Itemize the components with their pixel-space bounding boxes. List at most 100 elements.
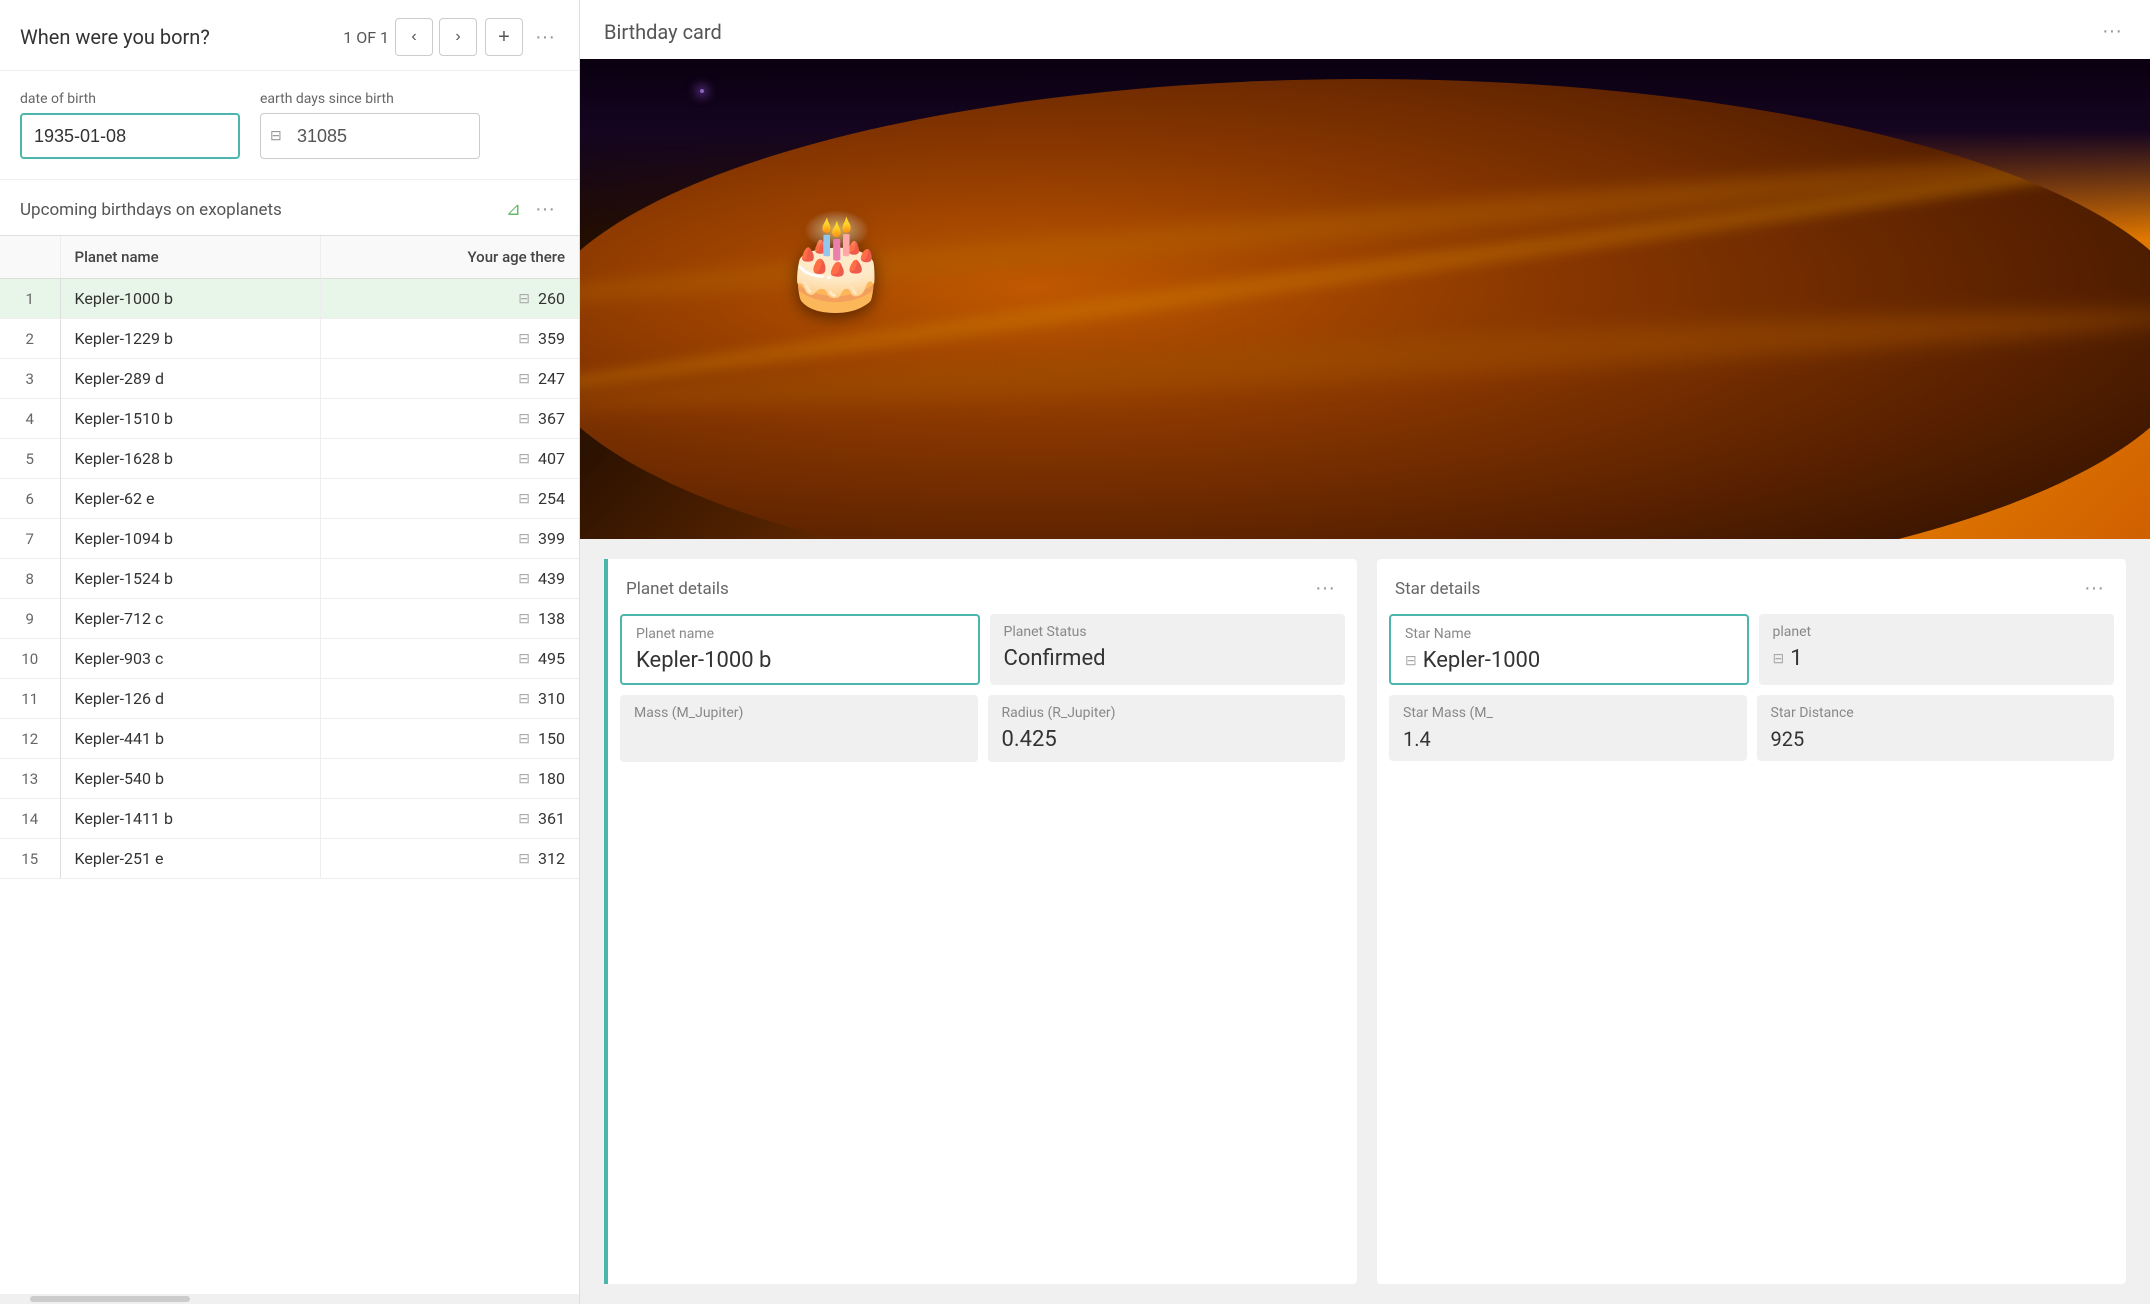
days-input[interactable] (260, 113, 480, 159)
cell-icon: ⊟ (518, 611, 530, 627)
filter-icon[interactable]: ⊿ (506, 199, 521, 220)
section-title: Upcoming birthdays on exoplanets (20, 200, 282, 220)
age-cell: ⊟150 (321, 719, 579, 759)
cell-icon: ⊟ (518, 371, 530, 387)
age-cell: ⊟399 (321, 519, 579, 559)
prev-record-button[interactable]: ‹ (395, 18, 433, 56)
cell-icon: ⊟ (518, 411, 530, 427)
next-record-button[interactable]: › (439, 18, 477, 56)
planet-name-cell: Kepler-712 c (60, 599, 321, 639)
days-label: earth days since birth (260, 91, 480, 107)
section-actions: ⊿ ··· (506, 194, 559, 225)
table-row[interactable]: 11Kepler-126 d⊟310 (0, 679, 579, 719)
table-row[interactable]: 15Kepler-251 e⊟312 (0, 839, 579, 879)
planet-band-3 (580, 295, 2150, 422)
star-name-card: Star Name ⊟ Kepler-1000 (1389, 614, 1749, 685)
scroll-indicator (0, 1294, 579, 1304)
left-panel: When were you born? 1 OF 1 ‹ › + ··· dat… (0, 0, 580, 1304)
birthday-cake-icon: 🎂 (780, 209, 892, 314)
table-row[interactable]: 6Kepler-62 e⊟254 (0, 479, 579, 519)
planet-details-more-button[interactable]: ··· (1311, 573, 1339, 604)
star-name-icon: ⊟ (1405, 653, 1417, 669)
planet-details-title: Planet details (626, 579, 729, 599)
dob-input[interactable] (20, 113, 240, 159)
star-distance-label: Star Distance (1771, 705, 2101, 721)
planet-name-card: Planet name Kepler-1000 b (620, 614, 980, 685)
row-index: 8 (0, 559, 60, 599)
planet-count-value: ⊟ 1 (1773, 646, 2101, 671)
widget-title: When were you born? (20, 25, 210, 49)
row-index: 9 (0, 599, 60, 639)
planet-status-card: Planet Status Confirmed (990, 614, 1346, 685)
age-cell: ⊟495 (321, 639, 579, 679)
add-record-button[interactable]: + (485, 18, 523, 56)
planet-name-cell: Kepler-1524 b (60, 559, 321, 599)
right-panel: Birthday card ··· 🎂 Planet details ··· (580, 0, 2150, 1304)
star-mass-value: 1.4 (1403, 727, 1733, 751)
age-cell: ⊟312 (321, 839, 579, 879)
planet-count-card: planet ⊟ 1 (1759, 614, 2115, 685)
scroll-bar (30, 1296, 190, 1302)
planet-mass-label: Mass (M_Jupiter) (634, 705, 964, 721)
widget-controls: 1 OF 1 ‹ › + ··· (343, 18, 559, 56)
star-name-value: ⊟ Kepler-1000 (1405, 648, 1733, 673)
planet-mass-card: Mass (M_Jupiter) (620, 695, 978, 762)
dob-label: date of birth (20, 91, 240, 107)
table-row[interactable]: 7Kepler-1094 b⊟399 (0, 519, 579, 559)
age-cell: ⊟260 (321, 279, 579, 319)
table-row[interactable]: 4Kepler-1510 b⊟367 (0, 399, 579, 439)
bottom-widgets: Planet details ··· Planet name Kepler-10… (580, 539, 2150, 1304)
age-cell: ⊟180 (321, 759, 579, 799)
planet-name-cell: Kepler-126 d (60, 679, 321, 719)
table-row[interactable]: 2Kepler-1229 b⊟359 (0, 319, 579, 359)
cell-icon: ⊟ (518, 731, 530, 747)
more-options-button[interactable]: ··· (531, 22, 559, 53)
star-details-content: Star Name ⊟ Kepler-1000 planet ⊟ 1 (1377, 614, 2126, 773)
record-count: 1 OF 1 (343, 28, 389, 47)
bcard-more-button[interactable]: ··· (2098, 16, 2126, 47)
planet-radius-card: Radius (R_Jupiter) 0.425 (988, 695, 1346, 762)
table-row[interactable]: 9Kepler-712 c⊟138 (0, 599, 579, 639)
table-row[interactable]: 8Kepler-1524 b⊟439 (0, 559, 579, 599)
birthday-image: 🎂 (580, 59, 2150, 539)
row-index: 10 (0, 639, 60, 679)
days-field: earth days since birth ⊟ (260, 91, 480, 159)
planets-table-container[interactable]: Planet name Your age there 1Kepler-1000 … (0, 235, 579, 1294)
table-row[interactable]: 10Kepler-903 c⊟495 (0, 639, 579, 679)
star-details-header: Star details ··· (1377, 559, 2126, 614)
planets-table: Planet name Your age there 1Kepler-1000 … (0, 236, 579, 879)
planet-name-cell: Kepler-1229 b (60, 319, 321, 359)
planet-name-cell: Kepler-1411 b (60, 799, 321, 839)
planet-name-row: Planet name Kepler-1000 b Planet Status … (620, 614, 1345, 685)
planet-name-cell: Kepler-251 e (60, 839, 321, 879)
planet-count-label: planet (1773, 624, 2101, 640)
row-index: 3 (0, 359, 60, 399)
star-details-more-button[interactable]: ··· (2080, 573, 2108, 604)
row-index: 2 (0, 319, 60, 359)
table-row[interactable]: 3Kepler-289 d⊟247 (0, 359, 579, 399)
star-decoration (700, 89, 704, 93)
cell-icon: ⊟ (518, 651, 530, 667)
table-row[interactable]: 1Kepler-1000 b⊟260 (0, 279, 579, 319)
planet-status-label: Planet Status (1004, 624, 1332, 640)
row-index: 12 (0, 719, 60, 759)
col-header-planet: Planet name (60, 236, 321, 279)
section-more-button[interactable]: ··· (531, 194, 559, 225)
age-cell: ⊟254 (321, 479, 579, 519)
age-cell: ⊟138 (321, 599, 579, 639)
age-cell: ⊟361 (321, 799, 579, 839)
cell-icon: ⊟ (518, 331, 530, 347)
planet-name-value: Kepler-1000 b (636, 648, 964, 673)
star-details-title: Star details (1395, 579, 1480, 599)
cell-icon: ⊟ (518, 691, 530, 707)
planet-details-content: Planet name Kepler-1000 b Planet Status … (608, 614, 1357, 1284)
row-index: 15 (0, 839, 60, 879)
planet-name-cell: Kepler-441 b (60, 719, 321, 759)
days-icon: ⊟ (270, 128, 282, 144)
row-index: 1 (0, 279, 60, 319)
table-row[interactable]: 12Kepler-441 b⊟150 (0, 719, 579, 759)
table-row[interactable]: 5Kepler-1628 b⊟407 (0, 439, 579, 479)
table-row[interactable]: 14Kepler-1411 b⊟361 (0, 799, 579, 839)
age-cell: ⊟367 (321, 399, 579, 439)
table-row[interactable]: 13Kepler-540 b⊟180 (0, 759, 579, 799)
